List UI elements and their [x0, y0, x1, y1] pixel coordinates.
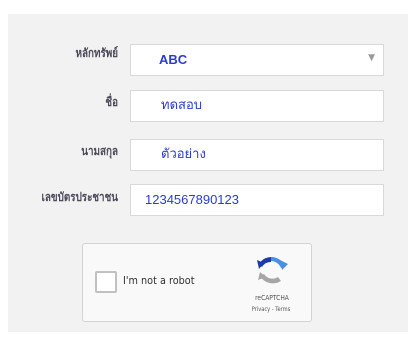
last-name-field[interactable]: ตัวอย่าง [130, 139, 384, 171]
chevron-down-icon: ▼ [368, 53, 375, 63]
security-label: หลักทรัพย์ [75, 46, 118, 60]
recaptcha-checkbox[interactable] [95, 271, 117, 293]
first-name-field[interactable]: ทดสอบ [130, 90, 384, 122]
recaptcha-widget: I'm not a robot reCAPTCHA Privacy - Term… [82, 243, 312, 322]
recaptcha-logo-icon [257, 256, 288, 284]
national-id-field[interactable]: 1234567890123 [130, 184, 384, 216]
last-name-value: ตัวอย่าง [161, 147, 206, 162]
security-select[interactable]: ABC ▼ [130, 44, 384, 76]
first-name-label: ชื่อ [105, 95, 118, 109]
national-id-value: 1234567890123 [145, 192, 239, 207]
recaptcha-label: I'm not a robot [123, 274, 195, 287]
last-name-label: นามสกุล [81, 144, 118, 158]
recaptcha-brand: reCAPTCHA [255, 294, 289, 302]
security-select-value: ABC [159, 52, 188, 67]
first-name-value: ทดสอบ [161, 98, 203, 113]
national-id-label: เลขบัตรประชาชน [41, 190, 119, 204]
recaptcha-links[interactable]: Privacy - Terms [244, 306, 298, 313]
